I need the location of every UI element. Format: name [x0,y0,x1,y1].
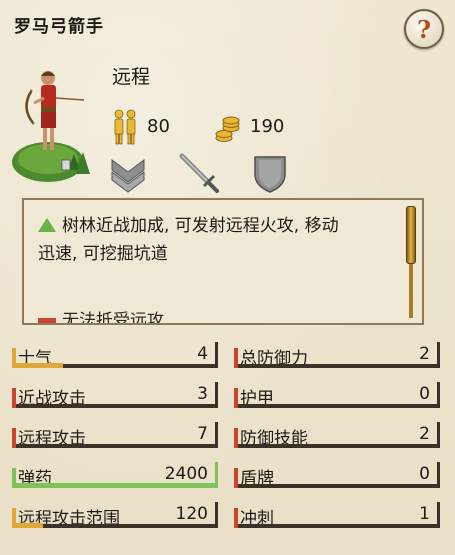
stat-bar-marker [234,468,238,488]
stat-value: 0 [419,384,430,404]
stat-bar-base [234,524,438,528]
sword-icon [179,153,219,193]
stat-bar-edge [215,422,218,448]
description-box[interactable]: 树林近战加成, 可发射远程火攻, 移动 迅速, 可挖掘坑道 无法抵受远攻 [22,198,424,325]
description-line-1: 树林近战加成, 可发射远程火攻, 移动 [62,216,339,236]
gold-coins-icon [215,116,240,142]
shield-icon [254,156,286,193]
stat-row: 远程攻击 7 [12,418,218,449]
stat-bar-base [234,364,438,368]
stat-value: 4 [197,344,208,364]
unit-cost: 190 [250,116,285,137]
stat-row: 冲刺 1 [234,498,440,529]
stat-bar-edge [437,422,440,448]
stat-bar-marker [12,428,16,448]
unit-info-panel: 罗马弓箭手 ? 远程 80 190 树林近战加成, 可发射远程火攻, 移动 迅速… [0,0,455,555]
stat-bar-fill [12,483,216,488]
men-count: 80 [147,116,170,137]
soldiers-icon [114,109,136,145]
stat-row: 防御技能 2 [234,418,440,449]
stat-value: 120 [175,504,208,524]
stat-value: 1 [419,504,430,524]
stat-row: 总防御力 2 [234,338,440,369]
stat-bar-base [12,404,216,408]
stat-bar-marker [234,428,238,448]
stat-bar-edge [437,502,440,528]
stat-value: 2 [419,344,430,364]
unit-name: 罗马弓箭手 [14,17,104,37]
chevron-rank-icon [111,159,145,193]
description-line-3: 无法抵受远攻 [62,311,164,325]
scrollbar-track[interactable] [409,264,413,318]
weakness-line: 无法抵受远攻 [38,306,164,325]
stat-bar-base [234,444,438,448]
stat-bar-edge [215,382,218,408]
stat-bar-edge [437,342,440,368]
unit-portrait [12,71,90,182]
stat-value: 7 [197,424,208,444]
stat-value: 3 [197,384,208,404]
help-button[interactable]: ? [404,9,444,49]
description-scrollbar[interactable] [406,206,416,318]
stat-bar-base [234,404,438,408]
stat-bar-marker [234,348,238,368]
stat-bar-marker [234,508,238,528]
stat-bar-base [234,484,438,488]
stat-bar-fill [12,523,43,528]
stat-bar-fill [12,363,63,368]
stat-bar-marker [12,468,16,488]
stat-row: 远程攻击范围 120 [12,498,218,529]
description-text: 树林近战加成, 可发射远程火攻, 移动 迅速, 可挖掘坑道 [38,212,400,268]
stat-bar-edge [215,342,218,368]
stat-bar-edge [437,462,440,488]
question-mark-icon: ? [416,14,432,44]
stat-bar-marker [234,388,238,408]
stat-row: 近战攻击 3 [12,378,218,409]
stat-bar-base [12,444,216,448]
scrollbar-thumb[interactable] [406,206,416,264]
stat-value: 0 [419,464,430,484]
weakness-marker-icon [38,318,56,323]
stat-row: 盾牌 0 [234,458,440,489]
stat-value: 2 [419,424,430,444]
stat-bar-marker [12,348,16,368]
stat-row: 弹药 2400 [12,458,218,489]
stat-row: 护甲 0 [234,378,440,409]
stat-bar-marker [12,508,16,528]
stat-value: 2400 [164,464,208,484]
advantage-triangle-icon [38,218,56,232]
stat-bar-edge [437,382,440,408]
description-line-2: 迅速, 可挖掘坑道 [38,244,168,264]
stat-row: 士气 4 [12,338,218,369]
stat-bar-edge [215,502,218,528]
stat-bar-marker [12,388,16,408]
unit-type-label: 远程 [112,66,151,88]
stat-bar-base [12,524,216,528]
